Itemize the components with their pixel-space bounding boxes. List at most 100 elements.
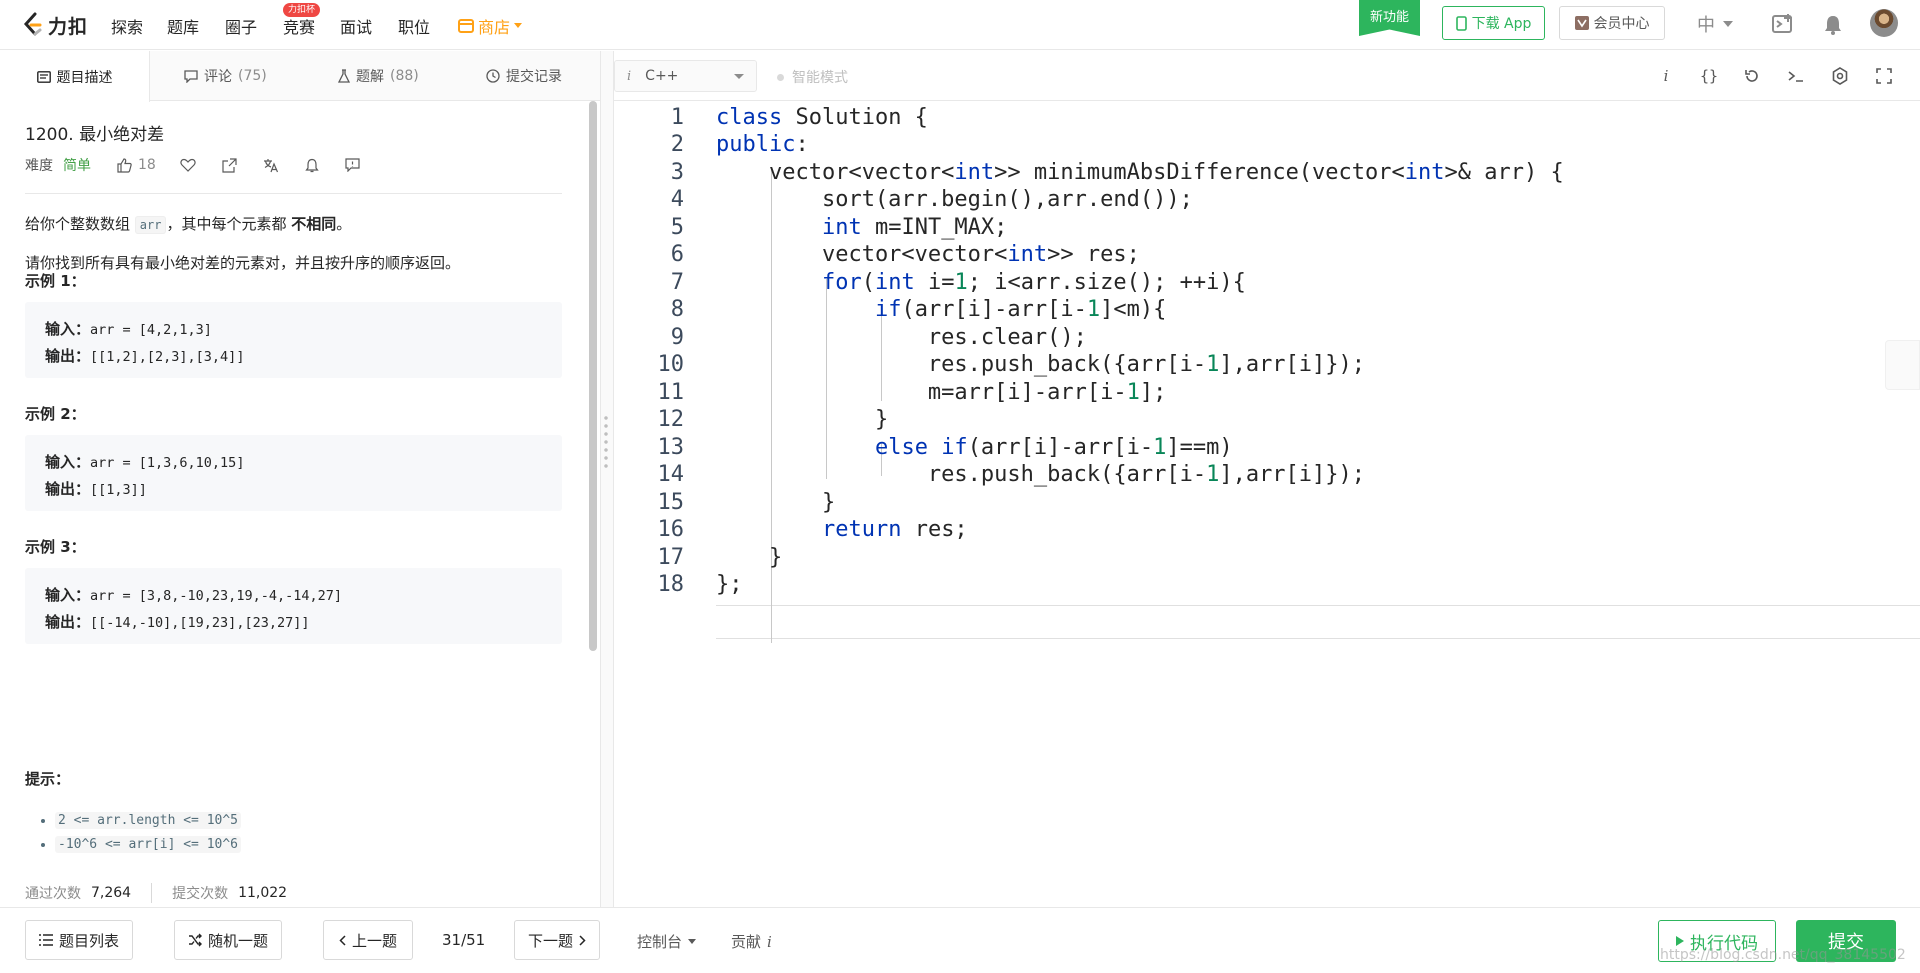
like-button[interactable]: 18 [117, 157, 156, 173]
hint-item: 2 <= arr.length <= 10^5 [55, 809, 242, 833]
favorite-button[interactable] [180, 158, 196, 172]
new-feature-ribbon[interactable]: 新功能 [1359, 0, 1420, 36]
console-toggle[interactable]: 控制台 [637, 931, 697, 952]
nav-store[interactable]: 商店 [458, 14, 523, 38]
tab-submissions[interactable]: 提交记录 [486, 51, 562, 101]
example-1-input: arr = [4,2,1,3] [90, 322, 212, 338]
description-scrollbar[interactable] [589, 101, 597, 651]
comment-icon [184, 69, 198, 83]
panel-splitter[interactable] [600, 51, 614, 907]
side-drawer-tab[interactable] [1885, 340, 1920, 390]
problem-title: 1200. 最小绝对差 [25, 125, 165, 145]
contribute-button[interactable]: 贡献 i [731, 931, 772, 952]
terminal-icon[interactable] [1784, 64, 1808, 88]
tab-solutions[interactable]: 题解 (88) [338, 51, 419, 101]
problem-statement-1: 给你个整数数组 arr ，其中每个元素都 不相同。 [25, 213, 351, 236]
submission-stats: 通过次数 7,264 提交次数 11,022 [25, 883, 287, 903]
info-icon[interactable]: i [1654, 64, 1678, 88]
inline-code: arr [134, 216, 167, 234]
download-app-button[interactable]: 下载 App [1442, 6, 1545, 40]
random-problem-label: 随机一题 [207, 931, 268, 950]
tab-submissions-label: 提交记录 [506, 69, 562, 85]
language-switcher[interactable]: 中 [1697, 11, 1733, 37]
output-label: 输出： [45, 347, 91, 365]
tab-description[interactable]: 题目描述 [0, 51, 150, 102]
fullscreen-icon[interactable] [1872, 64, 1896, 88]
leetcode-logo-icon [23, 12, 42, 36]
settings-icon[interactable] [1828, 64, 1852, 88]
hints-list: 2 <= arr.length <= 10^5 -10^6 <= arr[i] … [55, 809, 242, 857]
bell-icon[interactable] [1820, 12, 1846, 38]
editor-toolbar: i C++ 智能模式 i {} [614, 51, 1920, 101]
watermark: https://blog.csdn.net/qq_38145502 [1660, 947, 1906, 963]
prev-problem-label: 上一题 [351, 931, 397, 950]
tab-solutions-count: (88) [390, 68, 419, 84]
vip-center-label: 会员中心 [1593, 16, 1650, 32]
difficulty-label: 难度 [25, 158, 53, 174]
problem-description: 1200. 最小绝对差 难度 简单 18 给你个整数数组 arr ，其中每个元素都… [0, 101, 585, 907]
playground-icon[interactable] [1770, 12, 1796, 38]
vip-icon [1574, 16, 1589, 30]
hint-text: -10^6 <= arr[i] <= 10^6 [55, 836, 242, 853]
nav-interview[interactable]: 面试 [340, 14, 372, 38]
next-problem-button[interactable]: 下一题 [514, 920, 600, 960]
language-select[interactable]: i C++ [614, 60, 757, 92]
feedback-button[interactable] [345, 158, 360, 172]
shuffle-icon [188, 933, 202, 947]
drag-handle-icon[interactable] [604, 414, 608, 470]
example-3-input: arr = [3,8,-10,23,19,-4,-14,27] [90, 588, 342, 604]
chevron-right-icon [579, 934, 586, 946]
problem-tabs: 题目描述 评论 (75) 题解 (88) 提交记录 [0, 51, 600, 102]
nav-problems[interactable]: 题库 [167, 14, 199, 38]
prev-problem-button[interactable]: 上一题 [323, 920, 413, 960]
tab-comments[interactable]: 评论 (75) [184, 51, 267, 101]
input-label: 输入： [45, 453, 91, 471]
nav-explore[interactable]: 探索 [111, 14, 143, 38]
subscribe-button[interactable] [305, 158, 319, 173]
tab-description-label: 题目描述 [56, 69, 113, 86]
braces-icon[interactable]: {} [1697, 64, 1721, 88]
vip-center-button[interactable]: 会员中心 [1559, 6, 1665, 40]
problem-meta: 难度 简单 18 [25, 155, 360, 175]
statement-text: ，其中每个元素都 [166, 215, 287, 233]
language-select-value: C++ [645, 68, 679, 84]
random-problem-button[interactable]: 随机一题 [174, 920, 282, 960]
tab-solutions-label: 题解 [356, 69, 384, 85]
problem-list-label: 题目列表 [58, 931, 119, 950]
feedback-icon [345, 158, 360, 172]
translate-button[interactable] [263, 158, 279, 173]
accepted-label: 通过次数 [25, 886, 81, 902]
nav-circle[interactable]: 圈子 [225, 14, 257, 38]
contribute-label: 贡献 [731, 933, 762, 951]
list-icon [38, 934, 53, 946]
chevron-left-icon [339, 934, 346, 946]
example-1-title: 示例 1： [25, 272, 86, 290]
flask-icon [338, 69, 350, 83]
code-line: 18}; [614, 568, 1920, 602]
example-2-input: arr = [1,3,6,10,15] [90, 455, 245, 471]
avatar[interactable] [1870, 9, 1898, 37]
nav-contest[interactable]: 竞赛 [283, 14, 315, 38]
example-1-box: 输入：arr = [4,2,1,3] 输出：[[1,2],[2,3],[3,4]… [25, 302, 562, 378]
statement-text: 。 [336, 215, 352, 233]
accepted-count: 7,264 [91, 885, 132, 901]
language-label: 中 [1697, 15, 1715, 36]
stats-divider [151, 883, 153, 903]
logo[interactable]: 力扣 [22, 11, 88, 39]
smart-mode-toggle[interactable]: 智能模式 [777, 67, 848, 87]
line-number: 18 [657, 572, 685, 597]
share-icon [222, 157, 237, 173]
share-button[interactable] [222, 157, 237, 173]
contest-badge: 力扣杯 [283, 3, 321, 17]
chevron-down-icon [514, 23, 523, 28]
console-label: 控制台 [637, 933, 683, 951]
code-editor[interactable]: 1 class Solution { 2 public: 3 vector<vect… [614, 101, 1920, 907]
nav-jobs[interactable]: 职位 [398, 14, 430, 38]
next-problem-label: 下一题 [527, 931, 573, 950]
reset-icon[interactable] [1740, 64, 1764, 88]
info-icon: i [767, 932, 772, 951]
phone-icon [1455, 15, 1467, 31]
problem-list-button[interactable]: 题目列表 [25, 920, 133, 960]
play-icon [1676, 936, 1684, 946]
store-icon [458, 19, 474, 33]
